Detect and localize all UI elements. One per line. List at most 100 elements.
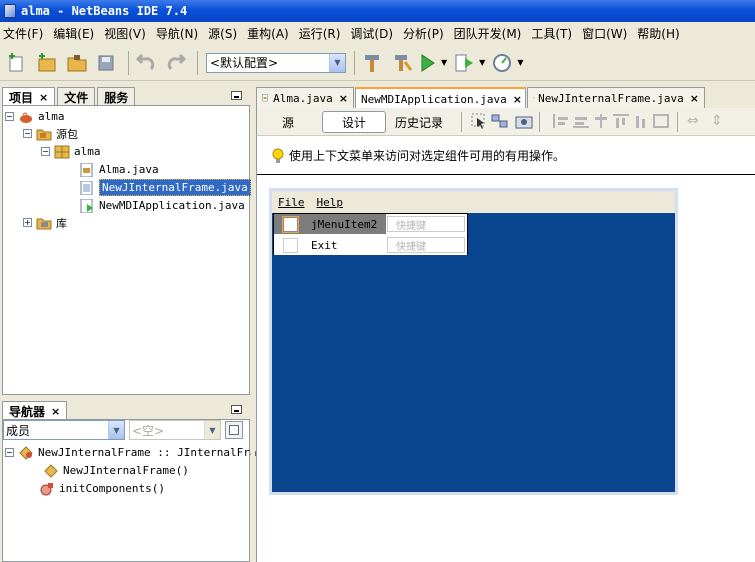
- tab-navigator[interactable]: 导航器 ×: [2, 401, 68, 420]
- profile-dropdown-icon[interactable]: ▼: [517, 58, 523, 67]
- tab-files[interactable]: 文件: [57, 87, 96, 106]
- resize-vertical-icon[interactable]: ⇕: [711, 113, 729, 129]
- close-icon[interactable]: ×: [339, 92, 348, 105]
- run-dropdown-icon[interactable]: ▼: [441, 58, 447, 67]
- tree-node-source-packages[interactable]: − 源包: [23, 125, 78, 142]
- align-top-icon[interactable]: [613, 114, 629, 128]
- tab-newmdiapplication[interactable]: NewMDIApplication.java ×: [355, 87, 526, 109]
- new-project-icon[interactable]: [34, 50, 60, 76]
- menu-navigate[interactable]: 导航(N): [153, 25, 201, 42]
- align-left-icon[interactable]: [553, 114, 569, 128]
- config-select[interactable]: <默认配置> ▼: [206, 52, 346, 73]
- view-source-button[interactable]: 源: [267, 112, 309, 132]
- minimize-projects-icon[interactable]: [231, 91, 242, 100]
- tree-label: 库: [56, 216, 67, 230]
- save-all-icon[interactable]: [94, 50, 120, 76]
- collapse-icon[interactable]: −: [23, 129, 32, 138]
- preview-design-icon[interactable]: [515, 113, 533, 129]
- tab-label: Alma.java: [273, 91, 333, 105]
- undo-icon[interactable]: [133, 50, 159, 76]
- run-icon[interactable]: [419, 50, 437, 76]
- center-vertically-icon[interactable]: [653, 114, 669, 128]
- menu-tools[interactable]: 工具(T): [528, 25, 575, 42]
- menu-edit[interactable]: 编辑(E): [50, 25, 97, 42]
- menu-item-shortcut[interactable]: 快捷键: [387, 216, 465, 232]
- debug-dropdown-icon[interactable]: ▼: [479, 58, 485, 67]
- build-hammer-icon[interactable]: [359, 50, 385, 76]
- tree-label: initComponents(): [59, 482, 165, 495]
- form-file-icon: [80, 180, 93, 195]
- menu-refactor[interactable]: 重构(A): [244, 25, 292, 42]
- new-file-icon[interactable]: [4, 50, 30, 76]
- collapse-icon[interactable]: −: [41, 147, 50, 156]
- align-bottom-icon[interactable]: [633, 114, 649, 128]
- form-menu-item-jmenuitem2[interactable]: jMenuItem2 快捷键: [274, 214, 467, 234]
- menu-item-text-cell: jMenuItem2: [306, 214, 386, 234]
- expand-icon[interactable]: +: [23, 218, 32, 227]
- runnable-form-file-icon: [80, 198, 93, 213]
- navigator-filter-select[interactable]: 成员 ▼: [3, 420, 125, 440]
- hint-text: 使用上下文菜单来访问对选定组件可用的有用操作。: [289, 149, 566, 163]
- tab-label: NewJInternalFrame.java: [538, 91, 684, 105]
- menu-help[interactable]: 帮助(H): [634, 25, 682, 42]
- menu-source[interactable]: 源(S): [205, 25, 240, 42]
- menu-window[interactable]: 窗口(W): [579, 25, 630, 42]
- redo-icon[interactable]: [163, 50, 189, 76]
- collapse-icon[interactable]: −: [5, 448, 14, 457]
- chevron-down-icon[interactable]: ▼: [108, 421, 124, 439]
- vertical-splitter[interactable]: [251, 84, 255, 562]
- tab-newjinternalframe[interactable]: NewJInternalFrame.java ×: [527, 87, 705, 108]
- form-menu-item-exit[interactable]: Exit 快捷键: [274, 235, 467, 255]
- connection-mode-icon[interactable]: [491, 113, 509, 129]
- clean-build-icon[interactable]: [389, 50, 415, 76]
- minimize-navigator-icon[interactable]: [231, 405, 242, 414]
- tree-node-file-mdiapp[interactable]: NewMDIApplication.java: [79, 197, 245, 214]
- close-icon[interactable]: ×: [39, 91, 48, 104]
- menu-team[interactable]: 团队开发(M): [451, 25, 525, 42]
- resize-horizontal-icon[interactable]: ⇔: [687, 113, 705, 129]
- tree-node-project[interactable]: − alma: [5, 108, 65, 125]
- tree-node-file-internalframe[interactable]: NewJInternalFrame.java: [79, 179, 251, 196]
- tree-node-libraries[interactable]: + 库: [23, 214, 67, 231]
- tree-node-package[interactable]: − alma: [41, 143, 101, 160]
- shortcut-label: 快捷键: [396, 241, 426, 253]
- tree-node-file-alma[interactable]: Alma.java: [79, 161, 159, 178]
- chevron-down-icon[interactable]: ▼: [204, 421, 220, 439]
- view-design-button[interactable]: 设计: [322, 111, 386, 133]
- tab-services[interactable]: 服务: [97, 87, 136, 106]
- tab-projects[interactable]: 项目 ×: [2, 87, 56, 106]
- profile-icon[interactable]: [491, 50, 513, 76]
- menu-item-shortcut[interactable]: 快捷键: [387, 237, 465, 253]
- collapse-icon[interactable]: −: [5, 112, 14, 121]
- form-menubar: File Help: [272, 191, 675, 213]
- nav-node-constructor[interactable]: NewJInternalFrame(): [43, 462, 189, 479]
- menu-profile[interactable]: 分析(P): [400, 25, 447, 42]
- form-menu-file[interactable]: File: [278, 196, 305, 209]
- sort-options-icon[interactable]: [225, 421, 243, 439]
- center-horizontally-icon[interactable]: [593, 114, 609, 128]
- selection-mode-icon[interactable]: [471, 113, 487, 129]
- view-history-button[interactable]: 历史记录: [389, 112, 449, 132]
- chevron-down-icon[interactable]: ▼: [329, 53, 345, 72]
- nav-node-class[interactable]: − NewJInternalFrame :: JInternalFrame: [5, 444, 270, 461]
- tree-label: Alma.java: [99, 163, 159, 176]
- form-frame[interactable]: File Help jMenuItem2 快捷键 Exit 快捷键: [269, 188, 678, 495]
- align-right-icon[interactable]: [573, 114, 589, 128]
- tree-label: NewJInternalFrame :: JInternalFrame: [38, 446, 270, 459]
- close-icon[interactable]: ×: [51, 405, 60, 418]
- nav-node-method[interactable]: initComponents(): [39, 480, 165, 497]
- form-menu-help[interactable]: Help: [317, 196, 344, 209]
- tab-alma-java[interactable]: Alma.java ×: [256, 87, 354, 108]
- debug-icon[interactable]: [453, 50, 475, 76]
- navigator-body: 成员 ▼ <空> ▼ − NewJInternalFrame :: JInter…: [2, 419, 270, 562]
- close-icon[interactable]: ×: [513, 93, 522, 106]
- menu-debug[interactable]: 调试(D): [347, 25, 396, 42]
- navigator-scope-select[interactable]: <空> ▼: [129, 420, 221, 440]
- menu-file[interactable]: 文件(F): [0, 25, 46, 42]
- tree-label: alma: [38, 110, 65, 123]
- menu-view[interactable]: 视图(V): [101, 25, 149, 42]
- menu-run[interactable]: 运行(R): [296, 25, 344, 42]
- open-project-icon[interactable]: [64, 50, 90, 76]
- close-icon[interactable]: ×: [690, 92, 699, 105]
- libraries-folder-icon: [36, 218, 52, 229]
